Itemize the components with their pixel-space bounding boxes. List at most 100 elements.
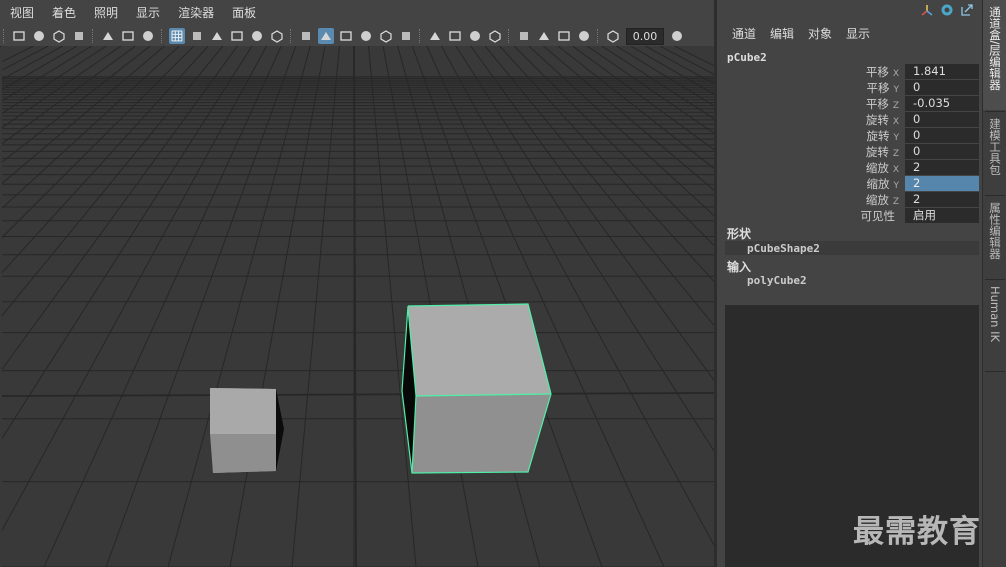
attribute-value-field[interactable]: 0	[905, 128, 979, 143]
scene-3d-view[interactable]	[2, 46, 714, 567]
viewport-panel[interactable]: 视图 着色 照明 显示 渲染器 面板 0.00	[0, 0, 716, 567]
gamma-icon[interactable]	[669, 28, 685, 44]
external-link-icon[interactable]	[960, 3, 974, 17]
viewport-toolbar: 0.00	[0, 26, 716, 47]
cube2-top-face	[408, 304, 551, 396]
channel-box-header-icons	[920, 3, 974, 17]
side-tab-strip: 通道盒/层编辑器 建模工具包 属性编辑器 Human IK	[982, 0, 1006, 567]
attribute-label-text: 旋转	[865, 145, 889, 159]
attribute-value-field[interactable]: 0	[905, 144, 979, 159]
attribute-label[interactable]: 可见性	[861, 208, 900, 226]
backface-culling-icon[interactable]	[576, 28, 592, 44]
bookmark-icon[interactable]	[51, 28, 67, 44]
attribute-row[interactable]: 平移 X 1.841	[717, 64, 979, 80]
attribute-label-text: 旋转	[866, 129, 890, 143]
side-tab[interactable]: 建模工具包	[983, 112, 1006, 194]
node-name[interactable]: pCube2	[727, 51, 767, 64]
viewport-menu-item[interactable]: 照明	[84, 0, 126, 26]
attribute-value-field[interactable]: 2	[905, 176, 979, 191]
field-chart-icon[interactable]	[249, 28, 265, 44]
attribute-label-text: 旋转	[865, 113, 889, 127]
attribute-row[interactable]: 缩放 X 2	[717, 160, 979, 176]
attribute-label-text: 平移	[865, 97, 889, 111]
attribute-value-field[interactable]: 2	[905, 192, 979, 207]
channel-box-menu-item[interactable]: 编辑	[770, 24, 794, 44]
smooth-shade-icon[interactable]	[318, 28, 334, 44]
toolbar-separator	[161, 29, 164, 43]
attribute-row[interactable]: 平移 Z -0.035	[717, 96, 979, 112]
viewport-menu-item[interactable]: 显示	[126, 0, 168, 26]
shapes-heading: 形状	[727, 227, 752, 241]
camera-attributes-icon[interactable]	[31, 28, 47, 44]
xray-active-icon[interactable]	[556, 28, 572, 44]
isolate-select-icon[interactable]	[516, 28, 532, 44]
viewport-menu-item[interactable]: 面板	[222, 0, 264, 26]
attribute-row[interactable]: 缩放 Z 2	[717, 192, 979, 208]
cube-pcube2-selected[interactable]	[401, 303, 552, 474]
viewport-menubar: 视图 着色 照明 显示 渲染器 面板	[0, 0, 716, 26]
toolbar-separator	[3, 29, 6, 43]
shadows-icon[interactable]	[398, 28, 414, 44]
multisample-aa-icon[interactable]	[467, 28, 483, 44]
attribute-axis: X	[892, 165, 899, 175]
attribute-value-field[interactable]: 0	[905, 80, 979, 95]
channel-box-menu-item[interactable]: 通道	[732, 24, 756, 44]
xray-icon[interactable]	[358, 28, 374, 44]
cube-pcube1[interactable]	[210, 388, 284, 473]
exposure-icon[interactable]	[605, 28, 621, 44]
grid-icon[interactable]	[169, 28, 185, 44]
motion-blur-icon[interactable]	[447, 28, 463, 44]
attribute-axis: X	[892, 69, 899, 79]
side-tab[interactable]: 通道盒/层编辑器	[983, 0, 1006, 110]
attribute-row[interactable]: 缩放 Y 2	[717, 176, 979, 192]
attribute-value-field[interactable]: -0.035	[905, 96, 979, 111]
attribute-axis: X	[892, 117, 899, 127]
input-node-name[interactable]: polyCube2	[747, 274, 807, 287]
xray-joints-icon[interactable]	[536, 28, 552, 44]
attribute-axis: Y	[893, 181, 900, 191]
channel-box-panel: 通道 编辑 对象 显示 pCube2 平移 X 1.841 平移 Y 0 平移 Z -0.035 旋转 X…	[717, 0, 982, 567]
resolution-gate-icon[interactable]	[209, 28, 225, 44]
attribute-value-field[interactable]: 2	[905, 160, 979, 175]
attribute-row[interactable]: 可见性 启用	[717, 208, 979, 224]
toolbar-separator	[419, 29, 422, 43]
attribute-label-text: 缩放	[865, 161, 889, 175]
attribute-axis: Y	[893, 133, 900, 143]
channel-box-menu-item[interactable]: 对象	[808, 24, 832, 44]
viewport-menu-item[interactable]: 视图	[0, 0, 42, 26]
gate-mask-icon[interactable]	[229, 28, 245, 44]
viewport-menu-item[interactable]: 渲染器	[168, 0, 222, 26]
attribute-row[interactable]: 旋转 Z 0	[717, 144, 979, 160]
channel-box-menubar: 通道 编辑 对象 显示	[732, 24, 884, 44]
shape-node-name[interactable]: pCubeShape2	[747, 242, 820, 255]
attribute-value-field[interactable]: 1.841	[905, 64, 979, 79]
safe-action-icon[interactable]	[269, 28, 285, 44]
default-material-icon[interactable]	[338, 28, 354, 44]
side-tab[interactable]: Human IK	[983, 280, 1006, 370]
tool-icon[interactable]	[920, 3, 934, 17]
attribute-axis: Z	[892, 197, 899, 207]
viewport-menu-item[interactable]: 着色	[42, 0, 84, 26]
cube1-top-shade	[210, 388, 276, 434]
toolbar-separator	[508, 29, 511, 43]
lasso-pin-icon[interactable]	[940, 3, 954, 17]
side-tab[interactable]: 属性编辑器	[983, 196, 1006, 278]
use-all-lights-icon[interactable]	[378, 28, 394, 44]
attribute-value-field[interactable]: 0	[905, 112, 979, 127]
image-plane-icon[interactable]	[100, 28, 116, 44]
attribute-axis: Y	[893, 85, 900, 95]
grease-pencil-icon[interactable]	[140, 28, 156, 44]
attribute-row[interactable]: 旋转 Y 0	[717, 128, 979, 144]
screen-space-ao-icon[interactable]	[427, 28, 443, 44]
exposure-value-field[interactable]: 0.00	[626, 27, 664, 45]
channel-box-menu-item[interactable]: 显示	[846, 24, 870, 44]
attribute-row[interactable]: 平移 Y 0	[717, 80, 979, 96]
attribute-row[interactable]: 旋转 X 0	[717, 112, 979, 128]
film-camera-icon[interactable]	[71, 28, 87, 44]
attribute-value-field[interactable]: 启用	[905, 208, 979, 223]
2d-pan-zoom-icon[interactable]	[120, 28, 136, 44]
wireframe-icon[interactable]	[298, 28, 314, 44]
camera-select-icon[interactable]	[11, 28, 27, 44]
film-gate-icon[interactable]	[189, 28, 205, 44]
depth-of-field-icon[interactable]	[487, 28, 503, 44]
